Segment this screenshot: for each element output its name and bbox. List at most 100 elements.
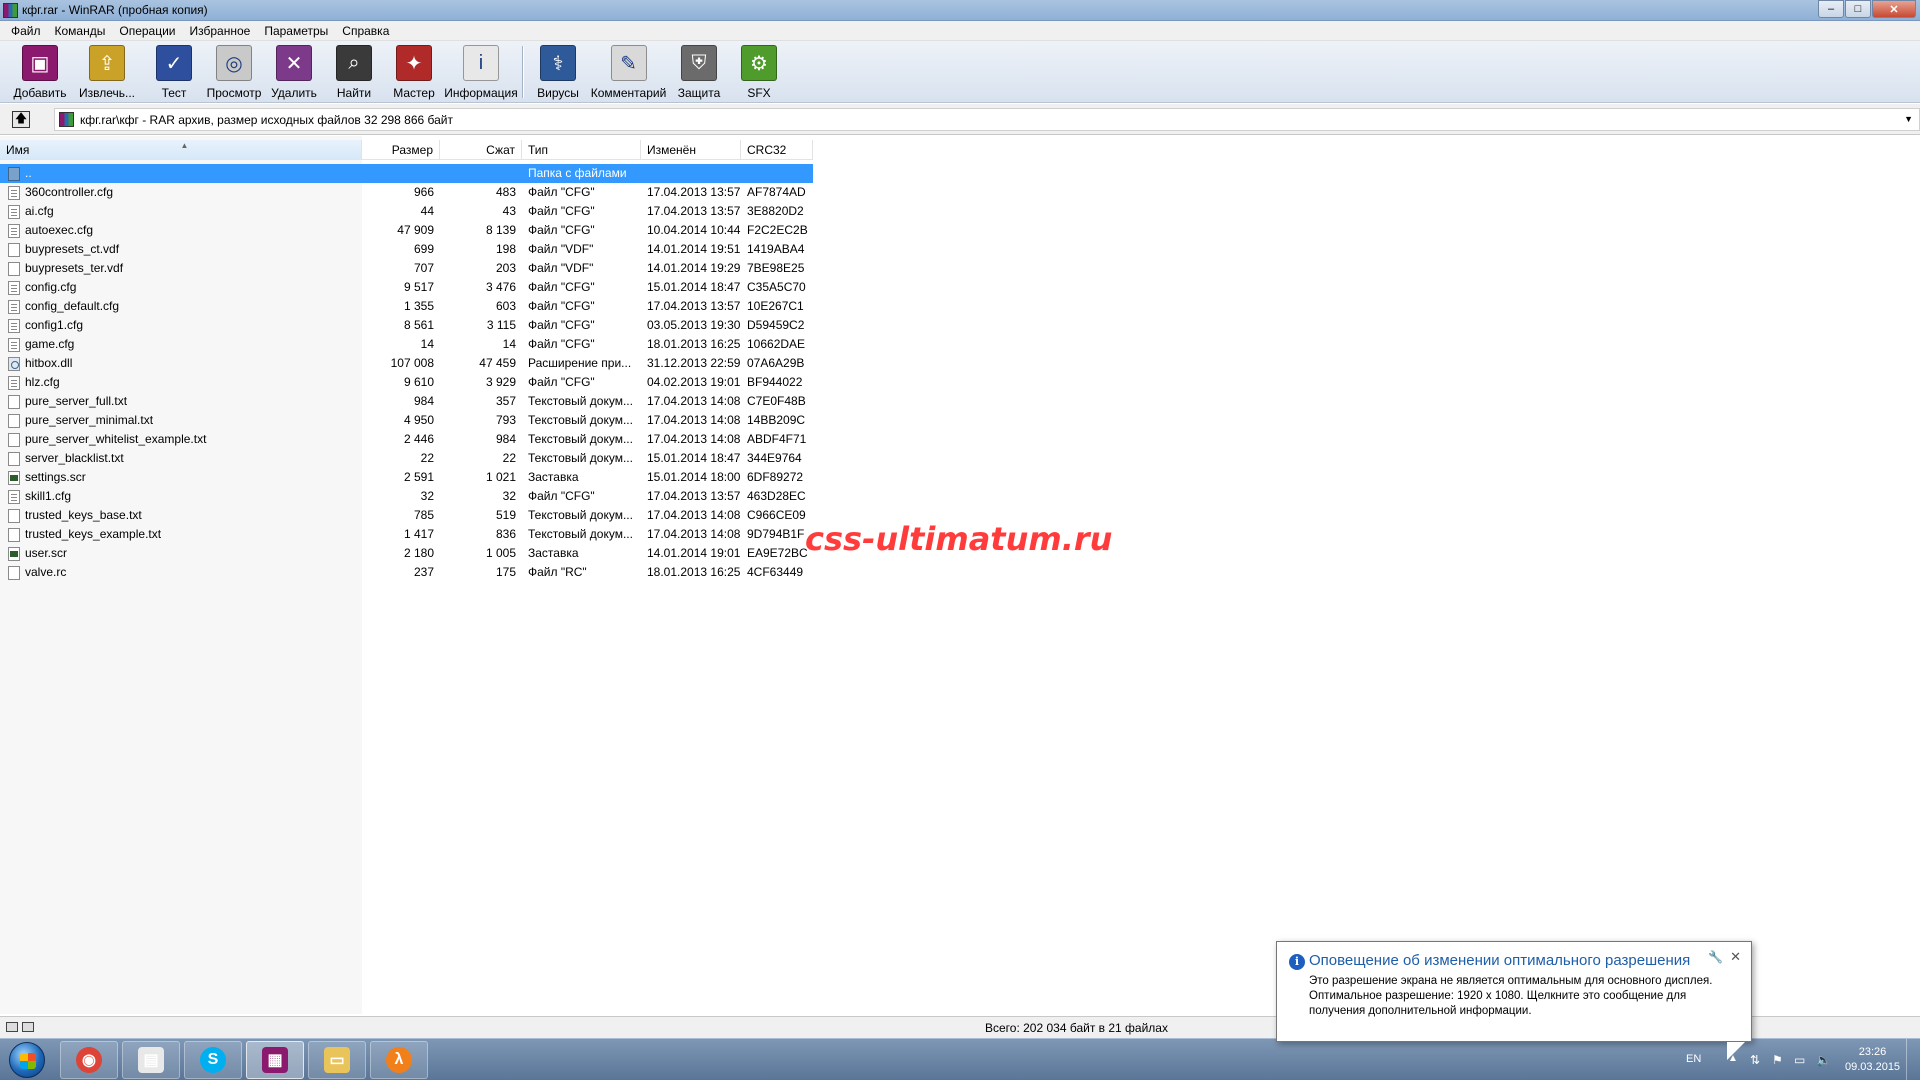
column-crc[interactable]: CRC32	[741, 140, 813, 160]
cell-type: Файл "VDF"	[528, 242, 594, 256]
file-list[interactable]: Имя ▲ Размер Сжат Тип Изменён CRC32 .. Па…	[0, 136, 1920, 1014]
cell-modified: 14.01.2014 19:01	[647, 546, 741, 560]
taskbar-app-half-life[interactable]: λ	[370, 1041, 428, 1079]
power-icon[interactable]: ▭	[1794, 1053, 1808, 1067]
menu-options[interactable]: Параметры	[257, 24, 335, 38]
toolbar-button-10[interactable]: ⛨ Защита	[669, 41, 729, 103]
table-row[interactable]: buypresets_ter.vdf 707 203 Файл "VDF" 14.01.…	[0, 259, 813, 278]
column-modified[interactable]: Изменён	[641, 140, 741, 160]
toolbar-button-8[interactable]: ⚕ Вирусы	[528, 41, 588, 103]
toolbar-button-2[interactable]: ✓ Тест	[144, 41, 204, 103]
table-row[interactable]: config.cfg 9 517 3 476 Файл "CFG" 15.01.2014…	[0, 278, 813, 297]
menu-operations[interactable]: Операции	[112, 24, 182, 38]
action-center-flag-icon[interactable]: ⚑	[1772, 1053, 1786, 1067]
clock[interactable]: 23:26 09.03.2015	[1845, 1045, 1900, 1075]
taskbar-app-skype[interactable]: S	[184, 1041, 242, 1079]
cell-crc: AF7874AD	[747, 185, 806, 199]
cell-size: 32	[420, 489, 434, 503]
column-type[interactable]: Тип	[522, 140, 641, 160]
table-row[interactable]: config1.cfg 8 561 3 115 Файл "CFG" 03.05.201…	[0, 316, 813, 335]
notification-balloon[interactable]: i Оповещение об изменении оптимального р…	[1276, 941, 1752, 1060]
file-icon	[8, 223, 20, 238]
cell-type: Файл "CFG"	[528, 337, 595, 351]
toolbar-button-0[interactable]: ▣ Добавить	[10, 41, 70, 103]
table-row[interactable]: hlz.cfg 9 610 3 929 Файл "CFG" 04.02.2013 19…	[0, 373, 813, 392]
cell-type: Файл "VDF"	[528, 261, 594, 275]
minimize-button[interactable]: –	[1818, 0, 1844, 18]
cell-modified: 03.05.2013 19:30	[647, 318, 741, 332]
table-row[interactable]: settings.scr 2 591 1 021 Заставка 15.01.2014…	[0, 468, 813, 487]
taskbar-app-explorer[interactable]: ▭	[308, 1041, 366, 1079]
taskbar-app-winrar[interactable]: ▦	[246, 1041, 304, 1079]
show-desktop-button[interactable]	[1906, 1039, 1920, 1080]
title-bar[interactable]: кфг.rar - WinRAR (пробная копия) – □ ✕	[0, 0, 1920, 21]
toolbar-button-7[interactable]: i Информация	[444, 41, 518, 103]
table-row[interactable]: hitbox.dll 107 008 47 459 Расширение при...…	[0, 354, 813, 373]
cell-name: game.cfg	[0, 335, 362, 354]
taskbar-app-chrome[interactable]: ◉	[60, 1041, 118, 1079]
menu-commands[interactable]: Команды	[48, 24, 113, 38]
table-row[interactable]: pure_server_whitelist_example.txt 2 446 98…	[0, 430, 813, 449]
file-icon	[8, 413, 20, 428]
table-row[interactable]: pure_server_minimal.txt 4 950 793 Текстовый…	[0, 411, 813, 430]
table-row[interactable]: game.cfg 14 14 Файл "CFG" 18.01.2013 16:25 10…	[0, 335, 813, 354]
network-icon[interactable]: ⇅	[1750, 1053, 1764, 1067]
table-row[interactable]: config_default.cfg 1 355 603 Файл "CFG" 17.0…	[0, 297, 813, 316]
up-folder-button[interactable]: 🡅	[12, 111, 30, 128]
table-row[interactable]: .. Папка с файлами	[0, 164, 813, 183]
file-name: ..	[25, 166, 32, 180]
toolbar-button-11[interactable]: ⚙ SFX	[729, 41, 789, 103]
file-icon	[8, 185, 20, 200]
address-dropdown-icon[interactable]: ▼	[1904, 114, 1913, 124]
folder-icon	[8, 166, 20, 181]
file-name: valve.rc	[25, 565, 67, 579]
table-row[interactable]: valve.rc 237 175 Файл "RC" 18.01.2013 16:25 4…	[0, 563, 813, 582]
taskbar-app-notepad[interactable]: ▤	[122, 1041, 180, 1079]
table-row[interactable]: skill1.cfg 32 32 Файл "CFG" 17.04.2013 13:57…	[0, 487, 813, 506]
menu-help[interactable]: Справка	[335, 24, 396, 38]
language-indicator[interactable]: EN	[1686, 1053, 1701, 1065]
table-row[interactable]: server_blacklist.txt 22 22 Текстовый докум.…	[0, 449, 813, 468]
menu-favorites[interactable]: Избранное	[183, 24, 258, 38]
cell-type: Файл "CFG"	[528, 375, 595, 389]
cell-name: user.scr	[0, 544, 362, 563]
table-row[interactable]: user.scr 2 180 1 005 Заставка 14.01.2014 19:…	[0, 544, 813, 563]
toolbar-button-4[interactable]: ✕ Удалить	[264, 41, 324, 103]
table-row[interactable]: trusted_keys_base.txt 785 519 Текстовый док…	[0, 506, 813, 525]
cell-name: ai.cfg	[0, 202, 362, 221]
cell-type: Текстовый докум...	[528, 527, 633, 541]
table-row[interactable]: autoexec.cfg 47 909 8 139 Файл "CFG" 10.04.2…	[0, 221, 813, 240]
cell-crc: 4CF63449	[747, 565, 804, 579]
column-packed[interactable]: Сжат	[440, 140, 522, 160]
table-row[interactable]: trusted_keys_example.txt 1 417 836 Текстовы…	[0, 525, 813, 544]
toolbar-button-1[interactable]: ⇪ Извлечь...	[70, 41, 144, 103]
cell-size: 14	[420, 337, 434, 351]
cell-modified: 17.04.2013 14:08	[647, 432, 741, 446]
drive-status-icon[interactable]	[6, 1022, 38, 1034]
toolbar-button-3[interactable]: ◎ Просмотр	[204, 41, 264, 103]
table-row[interactable]: ai.cfg 44 43 Файл "CFG" 17.04.2013 13:57 3E88…	[0, 202, 813, 221]
table-row[interactable]: buypresets_ct.vdf 699 198 Файл "VDF" 14.01.2…	[0, 240, 813, 259]
wrench-icon[interactable]: 🔧	[1708, 950, 1723, 964]
toolbar-button-9[interactable]: ✎ Комментарий	[588, 41, 669, 103]
toolbar-button-label: Мастер	[393, 86, 435, 100]
toolbar-button-5[interactable]: ⌕ Найти	[324, 41, 384, 103]
volume-icon[interactable]: 🔈	[1816, 1053, 1831, 1067]
file-name: skill1.cfg	[25, 489, 72, 503]
table-row[interactable]: 360controller.cfg 966 483 Файл "CFG" 17.04.2…	[0, 183, 813, 202]
cell-name: trusted_keys_base.txt	[0, 506, 362, 525]
address-field[interactable]: кфг.rar\кфг - RAR архив, размер исходных…	[54, 108, 1920, 131]
file-icon	[8, 451, 20, 466]
column-size[interactable]: Размер	[362, 140, 440, 160]
table-row[interactable]: pure_server_full.txt 984 357 Текстовый доку…	[0, 392, 813, 411]
cell-modified: 10.04.2014 10:44	[647, 223, 741, 237]
winrar-app-icon[interactable]	[3, 3, 18, 18]
toolbar-button-6[interactable]: ✦ Мастер	[384, 41, 444, 103]
cell-type: Файл "CFG"	[528, 185, 595, 199]
start-button[interactable]	[2, 1040, 52, 1080]
maximize-button[interactable]: □	[1845, 0, 1871, 18]
menu-file[interactable]: Файл	[4, 24, 48, 38]
notification-close-button[interactable]: ✕	[1730, 949, 1741, 965]
column-name[interactable]: Имя ▲	[0, 140, 362, 160]
close-button[interactable]: ✕	[1872, 0, 1916, 18]
